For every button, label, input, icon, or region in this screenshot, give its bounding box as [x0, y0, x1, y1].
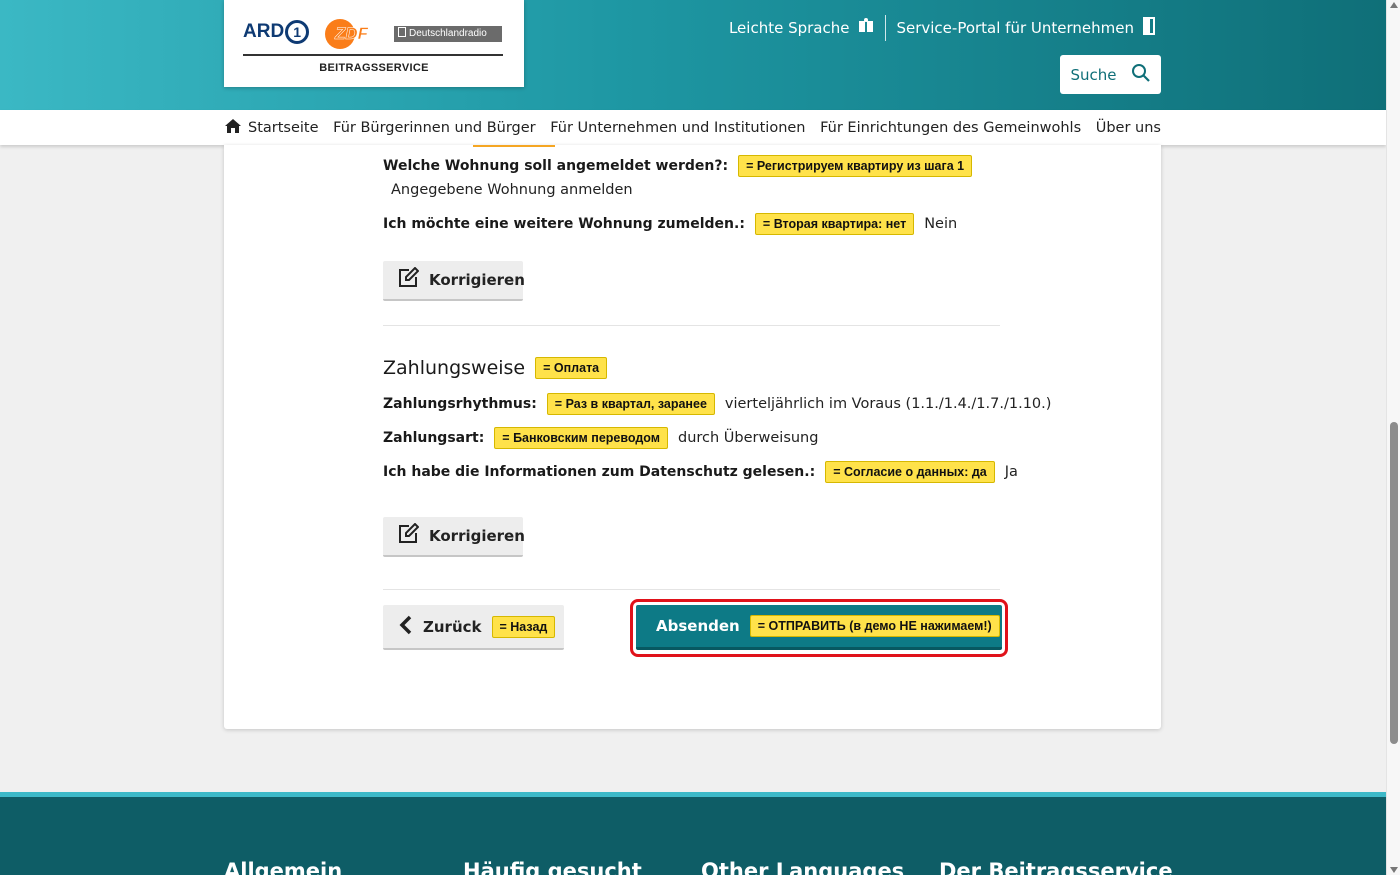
search-icon	[1131, 63, 1151, 87]
scrollbar-thumb[interactable]	[1390, 422, 1398, 744]
which-apartment-annotation: = Регистрируем квартиру из шага 1	[738, 155, 973, 177]
logo-link[interactable]: ARD 1 ZDF Deutschlandradio BEITRAGSSERVIC…	[224, 0, 524, 87]
submit-annotation: = ОТПРАВИТЬ (в демо НЕ нажимаем!)	[749, 615, 1000, 637]
payment-rhythm-annotation: = Раз в квартал, заранее	[546, 393, 715, 415]
payment-rhythm-label: Zahlungsrhythmus:	[383, 396, 537, 412]
privacy-value: Ja	[1004, 464, 1018, 480]
payment-method-label: Zahlungsart:	[383, 430, 485, 446]
payment-heading: Zahlungsweise	[383, 357, 526, 379]
page-scrollbar[interactable]	[1386, 0, 1400, 875]
another-apartment-annotation: = Вторая квартира: нет	[754, 213, 915, 235]
payment-rhythm-value: vierteljährlich im Voraus (1.1./1.4./1.7…	[724, 396, 1052, 412]
payment-method-row: Zahlungsart: = Банковским переводом durc…	[383, 427, 818, 449]
payment-section-title: Zahlungsweise = Оплата	[383, 357, 608, 379]
ard-logo: ARD 1	[243, 20, 310, 44]
zdf-logo: ZDF	[325, 19, 377, 49]
search-button[interactable]: Suche	[1060, 55, 1161, 94]
top-links: Leichte Sprache Service-Portal für Unter…	[729, 15, 1156, 41]
footer-heading-allgemein: Allgemein	[224, 859, 343, 875]
privacy-annotation: = Согласие о данных: да	[825, 461, 995, 483]
correct-apartment-button[interactable]: Korrigieren	[383, 261, 525, 301]
footer-heading-beitragsservice: Der Beitragsservice	[939, 859, 1173, 875]
service-portal-link[interactable]: Service-Portal für Unternehmen	[896, 17, 1156, 39]
another-apartment-value: Nein	[924, 216, 958, 232]
nav-item-unternehmen[interactable]: Für Unternehmen und Institutionen	[550, 120, 805, 136]
footer-heading-haeufig: Häufig gesucht	[463, 859, 642, 875]
footer-heading-languages: Other Languages	[701, 859, 905, 875]
logo-divider	[243, 54, 503, 56]
nav-item-gemeinwohl[interactable]: Für Einrichtungen des Gemeinwohls	[820, 120, 1081, 136]
site-footer: Allgemein Häufig gesucht Other Languages…	[0, 792, 1386, 875]
search-label: Suche	[1070, 65, 1117, 84]
payment-method-annotation: = Банковским переводом	[494, 427, 668, 449]
home-icon	[224, 118, 242, 138]
easy-language-icon	[857, 17, 875, 39]
payment-rhythm-row: Zahlungsrhythmus: = Раз в квартал, заран…	[383, 393, 1051, 415]
correct-payment-label: Korrigieren	[429, 527, 525, 545]
deutschlandradio-logo: Deutschlandradio	[394, 26, 502, 42]
payment-method-value: durch Überweisung	[678, 430, 819, 446]
which-apartment-row: Welche Wohnung soll angemeldet werden?: …	[383, 155, 973, 177]
which-apartment-value-row: Angegebene Wohnung anmelden	[391, 182, 633, 198]
top-links-separator	[885, 15, 887, 41]
site-header: ARD 1 ZDF Deutschlandradio BEITRAGSSERVIC…	[0, 0, 1386, 110]
nav-item-buerger[interactable]: Für Bürgerinnen und Bürger	[333, 120, 536, 136]
privacy-row: Ich habe die Informationen zum Datenschu…	[383, 461, 1018, 483]
actions-divider	[383, 589, 1000, 590]
service-portal-label: Service-Portal für Unternehmen	[896, 19, 1134, 37]
nav-item-ueber-uns[interactable]: Über uns	[1096, 120, 1161, 136]
leichte-sprache-link[interactable]: Leichte Sprache	[729, 17, 876, 39]
edit-icon	[397, 522, 420, 549]
nav-item-startseite[interactable]: Startseite	[224, 118, 319, 138]
submit-label: Absenden	[656, 617, 740, 635]
scroll-up-arrow-icon[interactable]	[1390, 2, 1398, 8]
back-annotation: = Назад	[491, 615, 556, 638]
edit-icon	[397, 266, 420, 293]
beitragsservice-wordmark: BEITRAGSSERVICE	[319, 62, 429, 74]
exit-door-icon	[1142, 17, 1156, 39]
back-button[interactable]: Zurück = Назад	[383, 605, 564, 650]
scroll-down-arrow-icon[interactable]	[1390, 867, 1398, 873]
submit-button[interactable]: Absenden = ОТПРАВИТЬ (в демо НЕ нажимаем…	[636, 605, 1002, 650]
privacy-label: Ich habe die Informationen zum Datenschu…	[383, 464, 816, 480]
another-apartment-row: Ich möchte eine weitere Wohnung zumelden…	[383, 213, 957, 235]
which-apartment-value: Angegebene Wohnung anmelden	[391, 182, 633, 198]
nav-label: Startseite	[248, 119, 319, 136]
section-divider	[383, 325, 1000, 326]
which-apartment-label: Welche Wohnung soll angemeldet werden?:	[383, 158, 729, 174]
leichte-sprache-label: Leichte Sprache	[728, 19, 850, 37]
main-navigation: Startseite Für Bürgerinnen und Bürger Fü…	[0, 110, 1386, 145]
chevron-left-icon	[399, 615, 413, 639]
correct-apartment-label: Korrigieren	[429, 271, 525, 289]
back-label: Zurück	[423, 617, 482, 636]
active-nav-indicator	[473, 145, 555, 147]
another-apartment-label: Ich möchte eine weitere Wohnung zumelden…	[383, 216, 745, 232]
payment-heading-annotation: = Оплата	[535, 357, 608, 379]
correct-payment-button[interactable]: Korrigieren	[383, 517, 525, 557]
